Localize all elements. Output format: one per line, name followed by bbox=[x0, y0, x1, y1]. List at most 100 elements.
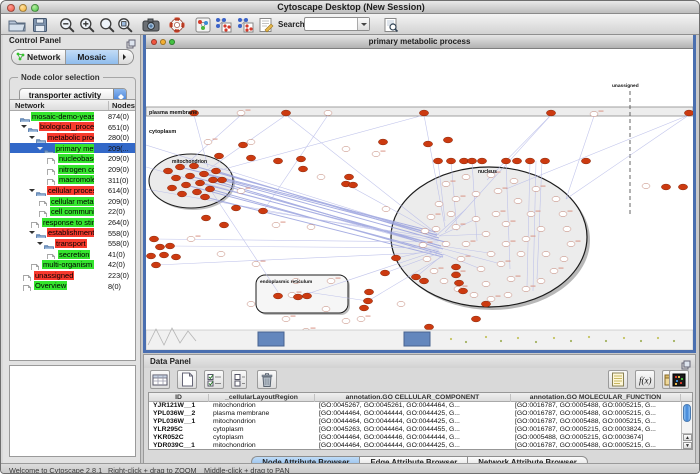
network-canvas[interactable]: plasma membranecytoplasmmitochondrionnuc… bbox=[146, 49, 693, 350]
expander-icon[interactable] bbox=[37, 240, 44, 247]
attribute-layout-2-button[interactable] bbox=[236, 16, 254, 33]
network-tree-label: cellular metabolic bbox=[50, 197, 94, 206]
scroll-up-button[interactable]: ▲ bbox=[683, 434, 692, 441]
search-input[interactable] bbox=[306, 18, 356, 29]
status-pan-hint: Middle-click + drag to PAN bbox=[204, 466, 290, 474]
attribute-row[interactable]: YPL036W__2plasma membrane[GO:0044464, GO… bbox=[149, 410, 692, 418]
attribute-table-button[interactable] bbox=[150, 370, 170, 389]
folder-icon bbox=[44, 144, 55, 153]
scroll-down-button[interactable]: ▼ bbox=[683, 442, 692, 449]
attribute-cell: [GO:0016787, GO:0005488, GO:0005215, G..… bbox=[511, 442, 681, 450]
attribute-cell: [GO:0005488, GO:0005215, GO:0003674] bbox=[511, 434, 681, 442]
tree-row[interactable]: nucleobase-contai209(0) bbox=[10, 153, 135, 164]
svg-text:f(x): f(x) bbox=[639, 375, 652, 385]
attribute-table-header[interactable]: ID _cellularLayoutRegion annotation.GO C… bbox=[149, 393, 692, 402]
function-builder-button[interactable]: f(x) bbox=[635, 370, 655, 389]
attribute-row[interactable]: YDR039C__1mitochondrion[GO:0044464, GO:0… bbox=[149, 442, 692, 450]
node-edge-count: 209(... bbox=[108, 144, 129, 153]
expander-icon[interactable] bbox=[29, 187, 36, 194]
tree-row[interactable]: cellular metabolic209(0) bbox=[10, 196, 135, 207]
unselect-attributes-button[interactable] bbox=[231, 370, 247, 389]
attribute-row[interactable]: YPL036W__1mitochondrion[GO:0044464, GO:0… bbox=[149, 418, 692, 426]
tab-mosaic[interactable]: Mosaic bbox=[66, 50, 120, 64]
tree-row[interactable]: response to stimulu264(0) bbox=[10, 217, 135, 228]
scrollbar-thumb[interactable] bbox=[683, 404, 691, 422]
attribute-editor-button[interactable] bbox=[608, 370, 628, 389]
expander-icon[interactable] bbox=[37, 145, 44, 152]
tree-row[interactable]: mosaic-demo-yeast874(0) bbox=[10, 111, 135, 122]
tree-row[interactable]: transport558(0) bbox=[10, 238, 135, 249]
create-attribute-button[interactable] bbox=[177, 370, 197, 389]
attribute-cell: [GO:0045263, GO:0044464, GO:0044455, G..… bbox=[315, 426, 511, 434]
window-titlebar[interactable]: Cytoscape Desktop (New Session) bbox=[1, 1, 700, 14]
tree-row[interactable]: unassigned223(0) bbox=[10, 270, 135, 281]
tree-row[interactable]: cellular process 614(0) bbox=[10, 185, 135, 196]
zoom-out-button[interactable] bbox=[58, 16, 76, 33]
attribute-cell: YPL036W__2 bbox=[149, 410, 209, 418]
zoom-fit-button[interactable] bbox=[98, 16, 116, 33]
snapshot-button[interactable] bbox=[142, 16, 160, 33]
network-window-title: primary metabolic process bbox=[146, 37, 693, 46]
tree-row[interactable]: biological_process651(0) bbox=[10, 122, 135, 133]
strip-selection-2 bbox=[404, 332, 430, 346]
region-label-cytoplasm: cytoplasm bbox=[149, 129, 176, 135]
enhanced-search-button[interactable] bbox=[382, 16, 400, 33]
save-session-button[interactable] bbox=[31, 16, 49, 33]
attribute-cell: plasma membrane bbox=[209, 410, 315, 418]
network-tree-label: secretion bbox=[58, 250, 90, 259]
tree-row[interactable]: nitrogen compoun209(0) bbox=[10, 164, 135, 175]
attribute-cell: [GO:0016787, GO:0005215, GO:0003824, G..… bbox=[511, 426, 681, 434]
attribute-layout-1-button[interactable] bbox=[214, 16, 232, 33]
file-icon bbox=[31, 218, 42, 227]
select-attributes-button[interactable] bbox=[204, 370, 224, 389]
tree-row[interactable]: macromolecule m311(0) bbox=[10, 175, 135, 186]
tree-row[interactable]: multi-organism pro42(0) bbox=[10, 259, 135, 270]
tree-row[interactable]: metabolic process280(0) bbox=[10, 132, 135, 143]
tree-col-network: Network bbox=[15, 101, 45, 110]
file-icon bbox=[23, 271, 34, 280]
attribute-cell: cytoplasm bbox=[209, 434, 315, 442]
attribute-matrix-button[interactable] bbox=[669, 370, 689, 389]
attribute-cell: YPL036W__1 bbox=[149, 418, 209, 426]
node-edge-count: 614(0) bbox=[108, 186, 129, 195]
expander-icon[interactable] bbox=[29, 134, 36, 141]
folder-icon bbox=[28, 122, 39, 131]
table-scrollbar[interactable]: ▲ ▼ bbox=[681, 402, 692, 449]
node-edge-count: 209(0) bbox=[108, 154, 129, 163]
folder-icon bbox=[20, 112, 31, 121]
tree-row[interactable]: establishment of loc558(0) bbox=[10, 228, 135, 239]
annotations-button[interactable] bbox=[257, 16, 275, 33]
attribute-cell: YJR121W__1 bbox=[149, 402, 209, 410]
tree-row[interactable]: cell communicatio22(0) bbox=[10, 206, 135, 217]
birdseye-view[interactable] bbox=[9, 365, 136, 457]
help-button[interactable] bbox=[168, 16, 186, 33]
search-dropdown-arrow[interactable] bbox=[357, 18, 369, 30]
attribute-row[interactable]: YLR295Ccytoplasm[GO:0045263, GO:0044464,… bbox=[149, 426, 692, 434]
zoom-in-button[interactable] bbox=[78, 16, 96, 33]
col-id: ID bbox=[149, 394, 209, 402]
tree-col-nodes: Nodes bbox=[108, 101, 135, 110]
tree-row[interactable]: Overview8(0) bbox=[10, 281, 135, 292]
attribute-cell: [GO:0016787, GO:0005488, GO:0005215, G..… bbox=[511, 410, 681, 418]
tab-overflow-arrow[interactable] bbox=[119, 50, 133, 64]
network-desktop: primary metabolic process plasma membran… bbox=[141, 35, 700, 463]
tree-row[interactable]: primary metabolic p209(... bbox=[10, 143, 135, 154]
attribute-cell: [GO:0044464, GO:0044444, GO:0044425, G..… bbox=[315, 442, 511, 450]
tab-network[interactable]: Network bbox=[12, 50, 66, 64]
zoom-selected-region-button[interactable] bbox=[116, 16, 134, 33]
expander-icon[interactable] bbox=[29, 229, 36, 236]
node-edge-count: 8(0) bbox=[108, 282, 121, 291]
tree-header: Network Nodes bbox=[10, 100, 135, 111]
network-tree: mosaic-demo-yeast874(0)biological_proces… bbox=[10, 111, 135, 291]
open-file-button[interactable] bbox=[8, 16, 26, 33]
expander-icon[interactable] bbox=[21, 123, 28, 130]
tree-row[interactable]: secretion41(0) bbox=[10, 249, 135, 260]
network-window-titlebar[interactable]: primary metabolic process bbox=[146, 35, 693, 49]
attribute-row[interactable]: YKR052Ccytoplasm[GO:0044464, GO:0044446,… bbox=[149, 434, 692, 442]
network-tree-label: cell communicatio bbox=[50, 207, 94, 216]
network-graph[interactable]: plasma membranecytoplasmmitochondrionnuc… bbox=[146, 49, 693, 350]
vizmapper-button[interactable] bbox=[194, 16, 212, 33]
delete-attribute-button[interactable] bbox=[257, 370, 277, 389]
network-tree-label: cellular process bbox=[47, 186, 94, 195]
attribute-row[interactable]: YJR121W__1mitochondrion[GO:0045267, GO:0… bbox=[149, 402, 692, 410]
